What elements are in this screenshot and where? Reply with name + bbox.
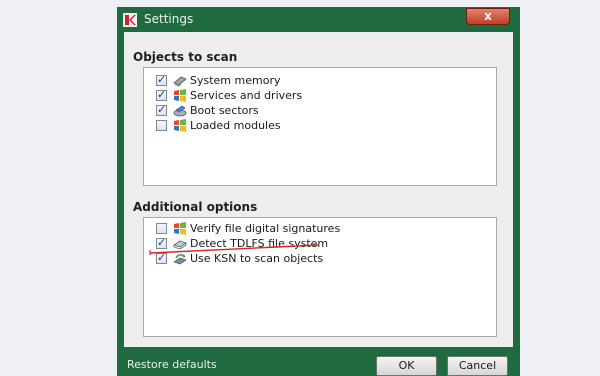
red-underline-annotation: [149, 244, 319, 255]
kaspersky-app-icon: [123, 13, 137, 27]
boot-sectors-label: Boot sectors: [190, 104, 259, 117]
dialog-footer: Restore defaults OK Cancel: [117, 350, 520, 376]
restore-defaults-link[interactable]: Restore defaults: [127, 358, 217, 371]
title-bar: Settings x: [117, 7, 520, 32]
additional-options-list: Verify file digital signatures ✓ Detect …: [143, 217, 497, 337]
windows-logo-icon: [174, 119, 186, 132]
settings-window: Settings x Objects to scan ✓ System memo…: [117, 7, 520, 376]
system-memory-checkbox[interactable]: ✓: [156, 73, 167, 86]
boot-disk-icon: [173, 105, 187, 117]
system-memory-label: System memory: [190, 74, 281, 87]
verify-signatures-checkbox[interactable]: [156, 223, 167, 234]
verify-signatures-label: Verify file digital signatures: [190, 222, 341, 235]
window-title: Settings: [144, 12, 194, 26]
objects-to-scan-list: ✓ System memory ✓ Services and drivers ✓: [143, 67, 497, 186]
settings-content: Objects to scan ✓ System memory ✓ Servic…: [124, 32, 513, 347]
close-button[interactable]: x: [466, 8, 510, 25]
loaded-modules-label: Loaded modules: [190, 119, 281, 132]
cancel-button[interactable]: Cancel: [447, 356, 508, 376]
loaded-modules-checkbox[interactable]: [156, 120, 167, 131]
boot-sectors-checkbox[interactable]: ✓: [156, 103, 167, 116]
additional-options-heading: Additional options: [133, 200, 258, 214]
services-and-drivers-label: Services and drivers: [190, 89, 303, 102]
services-and-drivers-checkbox[interactable]: ✓: [156, 88, 167, 101]
windows-logo-icon: [174, 222, 186, 235]
close-icon: x: [484, 9, 492, 23]
objects-to-scan-heading: Objects to scan: [133, 50, 238, 64]
memory-chip-icon: [173, 76, 187, 87]
windows-logo-icon: [174, 89, 186, 102]
ok-button[interactable]: OK: [376, 356, 437, 376]
